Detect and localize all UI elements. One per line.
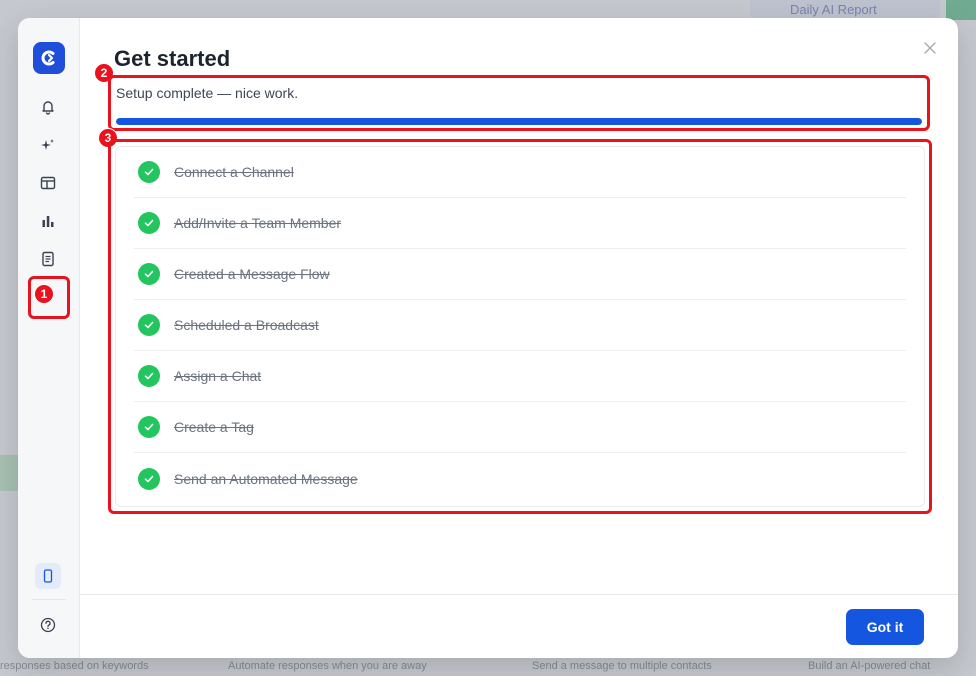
task-label: Created a Message Flow (174, 266, 330, 282)
progress-status-text: Setup complete — nice work. (116, 85, 299, 101)
mobile-icon[interactable] (35, 563, 61, 589)
progress-bar (116, 118, 922, 125)
task-list: Connect a Channel Add/Invite a Team Membe… (115, 146, 925, 507)
task-label: Connect a Channel (174, 164, 294, 180)
sparkle-icon[interactable] (37, 134, 59, 156)
check-circle-icon (138, 314, 160, 336)
task-item[interactable]: Scheduled a Broadcast (134, 300, 906, 351)
task-label: Create a Tag (174, 419, 254, 435)
layout-icon[interactable] (37, 172, 59, 194)
task-label: Add/Invite a Team Member (174, 215, 342, 231)
check-circle-icon (138, 263, 160, 285)
annotation-badge-1: 1 (34, 284, 54, 304)
close-icon[interactable] (922, 40, 938, 56)
check-circle-icon (138, 365, 160, 387)
bar-chart-icon[interactable] (37, 210, 59, 232)
task-item[interactable]: Connect a Channel (134, 147, 906, 198)
check-circle-icon (138, 212, 160, 234)
task-label: Send an Automated Message (174, 470, 358, 487)
progress-bar-fill (116, 118, 922, 125)
document-icon[interactable] (37, 248, 59, 270)
task-item[interactable]: Created a Message Flow (134, 249, 906, 300)
check-circle-icon (138, 467, 160, 490)
task-item[interactable]: Create a Tag (134, 402, 906, 453)
modal-title: Get started (114, 46, 231, 71)
check-circle-icon (138, 416, 160, 438)
modal-footer: Got it (80, 594, 958, 658)
sidebar: 1 (18, 18, 80, 658)
check-circle-icon (138, 161, 160, 183)
task-item[interactable]: Assign a Chat (134, 351, 906, 402)
sidebar-divider (32, 599, 66, 600)
modal-content: Get started 2 Setup complete — nice work… (80, 18, 958, 658)
got-it-button[interactable]: Got it (846, 609, 924, 645)
task-label: Scheduled a Broadcast (174, 317, 319, 333)
task-item[interactable]: Add/Invite a Team Member (134, 198, 906, 249)
setup-progress-section: Setup complete — nice work. (108, 75, 930, 131)
task-item[interactable]: Send an Automated Message (134, 453, 906, 504)
brand-logo-icon[interactable] (33, 42, 65, 74)
get-started-modal: 1 Get started 2 Setup complete — nice wo… (18, 18, 958, 658)
task-list-section: Connect a Channel Add/Invite a Team Membe… (108, 139, 932, 514)
help-icon[interactable] (37, 614, 59, 636)
task-label: Assign a Chat (174, 368, 262, 384)
bell-icon[interactable] (37, 96, 59, 118)
